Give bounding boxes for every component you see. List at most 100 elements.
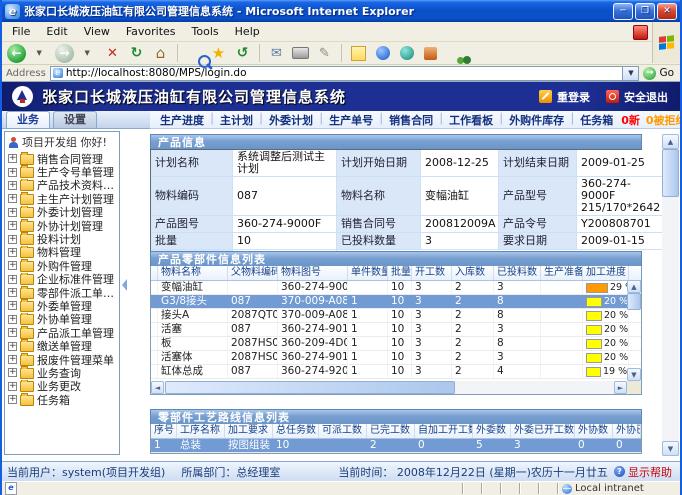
expand-icon[interactable] — [8, 288, 17, 297]
forward-icon[interactable] — [54, 43, 75, 63]
scroll-thumb[interactable] — [165, 381, 455, 394]
expand-icon[interactable] — [8, 315, 17, 324]
expand-icon[interactable] — [8, 221, 17, 230]
back-icon[interactable] — [6, 43, 27, 63]
sidebar-item-2[interactable]: 生产令号单管理 — [7, 165, 119, 178]
sidebar-item-10[interactable]: 企业标准件管理 — [7, 273, 119, 286]
table-row[interactable]: 活塞体2087HS002360-274-9011W11032320 % — [151, 351, 641, 365]
expand-icon[interactable] — [8, 395, 17, 404]
table-row[interactable]: G3/8接头087370-009-A084011032820 % — [151, 295, 641, 309]
edit-icon[interactable] — [314, 43, 335, 63]
maximize-button[interactable]: ❐ — [635, 3, 655, 20]
research-icon[interactable] — [420, 43, 441, 63]
sidebar-item-6[interactable]: 外协计划管理 — [7, 219, 119, 232]
nav-item-5[interactable]: 销售合同 — [389, 112, 433, 128]
menu-item-file[interactable]: File — [4, 25, 38, 38]
home-icon[interactable] — [150, 43, 171, 63]
scroll-thumb[interactable] — [627, 293, 641, 310]
nav-item-4[interactable]: 生产单号 — [329, 112, 373, 128]
table-row[interactable]: 变幅油缸360-274-9000F1032329 % — [151, 281, 641, 295]
expand-icon[interactable] — [8, 328, 17, 337]
nav-item-6[interactable]: 工作看板 — [449, 112, 493, 128]
sidebar-item-5[interactable]: 外委计划管理 — [7, 206, 119, 219]
address-input[interactable]: e http://localhost:8080/MPS/login.do ▼ — [50, 66, 640, 81]
favorites-icon[interactable] — [208, 43, 229, 63]
expand-icon[interactable] — [8, 261, 17, 270]
sidebar-item-3[interactable]: 产品技术资料管理 — [7, 179, 119, 192]
expand-icon[interactable] — [8, 235, 17, 244]
addon-icon[interactable] — [633, 25, 648, 40]
nav-item-8[interactable]: 任务箱 — [580, 112, 613, 128]
print-icon[interactable] — [290, 43, 311, 63]
messenger-icon[interactable] — [444, 43, 465, 63]
parts-vertical-scrollbar[interactable]: ▲ ▼ — [627, 280, 641, 381]
table-row[interactable]: 板2087HS002360-209-4D01011032820 % — [151, 337, 641, 351]
media-icon[interactable] — [396, 43, 417, 63]
address-dropdown-icon[interactable]: ▼ — [622, 67, 638, 80]
sidebar-item-13[interactable]: 外协单管理 — [7, 313, 119, 326]
expand-icon[interactable] — [8, 154, 17, 163]
msn-icon[interactable] — [372, 43, 393, 63]
main-vertical-scrollbar[interactable]: ▲ ▼ — [662, 134, 679, 456]
nav-item-2[interactable]: 主计划 — [220, 112, 253, 128]
expand-icon[interactable] — [8, 248, 17, 257]
expand-icon[interactable] — [8, 181, 17, 190]
parts-horizontal-scrollbar[interactable]: ◄ ► — [151, 381, 627, 394]
menu-item-help[interactable]: Help — [227, 25, 268, 38]
expand-icon[interactable] — [8, 168, 17, 177]
sidebar-item-15[interactable]: 缴送单管理 — [7, 339, 119, 352]
expand-icon[interactable] — [8, 301, 17, 310]
logout-button[interactable]: 安全退出 — [606, 89, 668, 105]
menu-item-view[interactable]: View — [76, 25, 118, 38]
go-button[interactable]: → Go — [643, 67, 676, 80]
close-button[interactable]: ✕ — [657, 3, 677, 20]
scroll-left-icon[interactable]: ◄ — [151, 381, 164, 394]
tab-settings[interactable]: 设置 — [53, 111, 97, 128]
scroll-thumb[interactable] — [662, 149, 679, 197]
table-row[interactable]: 1总装按图组装10205300 — [151, 439, 641, 453]
expand-icon[interactable] — [8, 275, 17, 284]
sidebar-item-4[interactable]: 主生产计划管理 — [7, 192, 119, 205]
rejected-tasks-badge[interactable]: 0被拒绝 — [646, 112, 680, 128]
scroll-down-icon[interactable]: ▼ — [662, 441, 679, 456]
mail-icon[interactable] — [266, 43, 287, 63]
sidebar-collapse-arrow[interactable] — [122, 279, 127, 291]
expand-icon[interactable] — [8, 368, 17, 377]
expand-icon[interactable] — [8, 342, 17, 351]
relogin-button[interactable]: 重登录 — [539, 89, 590, 105]
scroll-up-icon[interactable]: ▲ — [662, 134, 679, 149]
sidebar-item-11[interactable]: 零部件派工单管理 — [7, 286, 119, 299]
sidebar-item-16[interactable]: 报废件管理菜单 — [7, 353, 119, 366]
nav-item-7[interactable]: 外购件库存 — [509, 112, 564, 128]
forward-dropdown-icon[interactable] — [78, 43, 99, 63]
sidebar-item-19[interactable]: 任务箱 — [7, 393, 119, 406]
nav-item-1[interactable]: 生产进度 — [160, 112, 204, 128]
stop-icon[interactable] — [102, 43, 123, 63]
table-row[interactable]: 接头A2087QT002370-009-A085011032820 % — [151, 309, 641, 323]
sidebar-item-17[interactable]: 业务查询 — [7, 366, 119, 379]
table-row[interactable]: 活塞087360-274-9010F11032320 % — [151, 323, 641, 337]
sidebar-item-7[interactable]: 投料计划 — [7, 232, 119, 245]
sidebar-item-18[interactable]: 业务更改 — [7, 380, 119, 393]
new-tasks-badge[interactable]: 0新 — [621, 112, 640, 128]
scroll-up-icon[interactable]: ▲ — [627, 280, 641, 293]
nav-item-3[interactable]: 外委计划 — [269, 112, 313, 128]
search-icon[interactable] — [184, 43, 205, 63]
table-row[interactable]: 缸体总成087360-274-9200F11032419 % — [151, 365, 641, 379]
scroll-down-icon[interactable]: ▼ — [627, 368, 641, 381]
back-dropdown-icon[interactable] — [30, 43, 51, 63]
expand-icon[interactable] — [8, 194, 17, 203]
minimize-button[interactable]: ─ — [613, 3, 633, 20]
expand-icon[interactable] — [8, 208, 17, 217]
expand-icon[interactable] — [8, 382, 17, 391]
scroll-right-icon[interactable]: ► — [614, 381, 627, 394]
sidebar-item-9[interactable]: 外购件管理 — [7, 259, 119, 272]
refresh-icon[interactable] — [126, 43, 147, 63]
menu-item-edit[interactable]: Edit — [38, 25, 75, 38]
menu-item-tools[interactable]: Tools — [184, 25, 227, 38]
sidebar-item-12[interactable]: 外委单管理 — [7, 299, 119, 312]
expand-icon[interactable] — [8, 355, 17, 364]
tab-business[interactable]: 业务 — [6, 111, 50, 128]
sidebar-item-14[interactable]: 产品派工单管理 — [7, 326, 119, 339]
sidebar-item-8[interactable]: 物料管理 — [7, 246, 119, 259]
